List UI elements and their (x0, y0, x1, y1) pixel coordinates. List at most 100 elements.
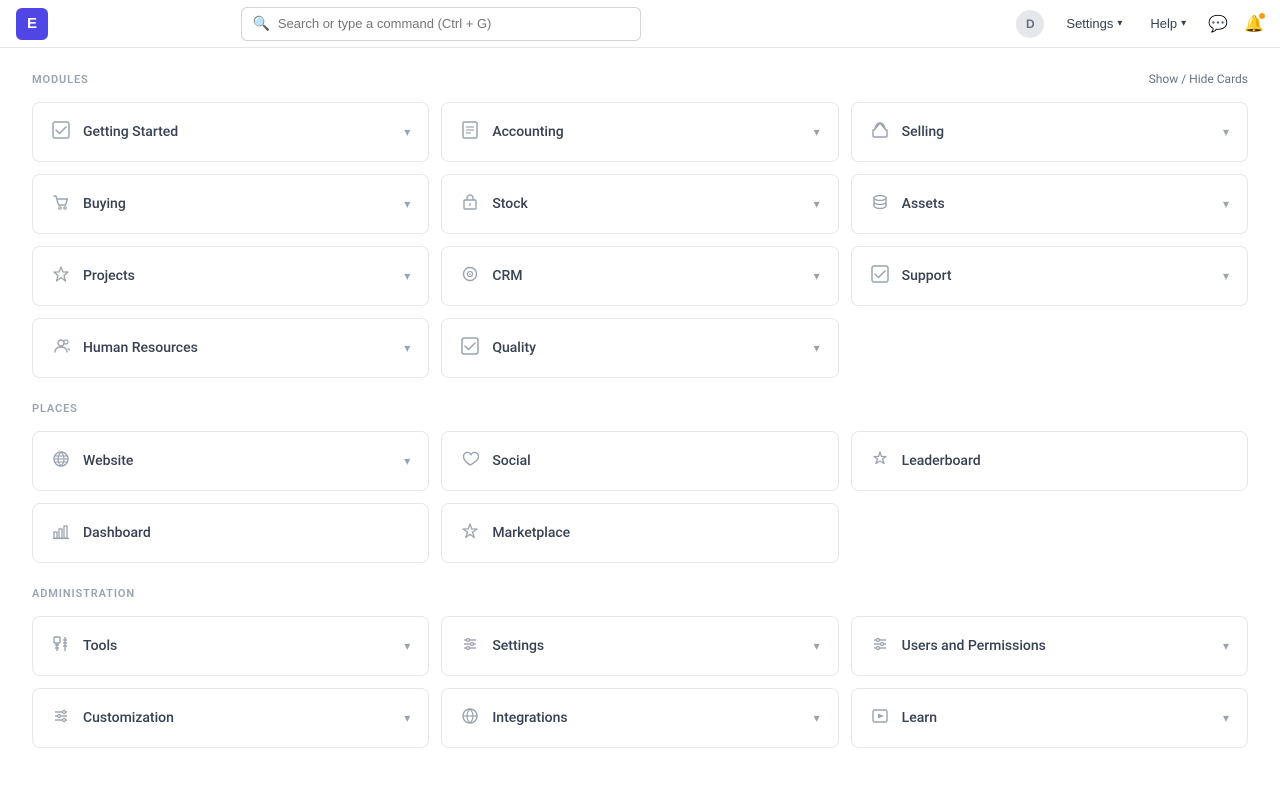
card-support[interactable]: Support ▾ (851, 246, 1248, 306)
card-customization[interactable]: Customization ▾ (32, 688, 429, 748)
human-resources-icon (51, 337, 71, 360)
customization-icon (51, 707, 71, 730)
card-leaderboard[interactable]: Leaderboard (851, 431, 1248, 491)
customization-label: Customization (83, 710, 174, 726)
settings-chevron: ▾ (814, 639, 820, 653)
leaderboard-icon (870, 450, 890, 473)
users-permissions-icon (870, 635, 890, 658)
settings-label: Settings (492, 638, 544, 654)
places-section: PLACES Website ▾ Social (32, 402, 1248, 563)
header-right: D Settings ▾ Help ▾ 💬 🔔 (1016, 10, 1264, 38)
card-stock[interactable]: Stock ▾ (441, 174, 838, 234)
leaderboard-label: Leaderboard (902, 453, 981, 469)
settings-icon (460, 635, 480, 658)
modules-row-1: Getting Started ▾ Accounting ▾ (32, 102, 1248, 162)
modules-row-4: Human Resources ▾ Quality ▾ (32, 318, 1248, 378)
logo-button[interactable]: E (16, 8, 48, 40)
crm-chevron: ▾ (814, 269, 820, 283)
social-icon (460, 450, 480, 473)
assets-label: Assets (902, 196, 945, 212)
card-human-resources[interactable]: Human Resources ▾ (32, 318, 429, 378)
card-crm[interactable]: CRM ▾ (441, 246, 838, 306)
help-button[interactable]: Help ▾ (1144, 12, 1192, 35)
selling-label: Selling (902, 124, 944, 140)
tools-label: Tools (83, 638, 117, 654)
website-chevron: ▾ (404, 454, 410, 468)
card-website[interactable]: Website ▾ (32, 431, 429, 491)
card-getting-started[interactable]: Getting Started ▾ (32, 102, 429, 162)
card-selling[interactable]: Selling ▾ (851, 102, 1248, 162)
chat-button[interactable]: 💬 (1208, 14, 1228, 34)
card-tools[interactable]: Tools ▾ (32, 616, 429, 676)
card-social[interactable]: Social (441, 431, 838, 491)
users-permissions-label: Users and Permissions (902, 638, 1046, 654)
card-integrations[interactable]: Integrations ▾ (441, 688, 838, 748)
show-hide-cards-link[interactable]: Show / Hide Cards (1149, 72, 1248, 86)
learn-label: Learn (902, 710, 937, 726)
projects-label: Projects (83, 268, 135, 284)
stock-chevron: ▾ (814, 197, 820, 211)
card-buying[interactable]: Buying ▾ (32, 174, 429, 234)
card-marketplace[interactable]: Marketplace (441, 503, 838, 563)
stock-label: Stock (492, 196, 528, 212)
modules-row-2: Buying ▾ Stock ▾ Assets (32, 174, 1248, 234)
card-settings[interactable]: Settings ▾ (441, 616, 838, 676)
settings-label: Settings (1066, 16, 1113, 31)
avatar-button[interactable]: D (1016, 10, 1044, 38)
marketplace-icon (460, 522, 480, 545)
getting-started-label: Getting Started (83, 124, 178, 140)
crm-label: CRM (492, 268, 522, 284)
selling-icon (870, 121, 890, 144)
administration-section-label: ADMINISTRATION (32, 587, 1248, 600)
card-quality[interactable]: Quality ▾ (441, 318, 838, 378)
help-chevron-icon: ▾ (1181, 18, 1186, 29)
administration-row-2: Customization ▾ Integrations ▾ (32, 688, 1248, 748)
card-projects[interactable]: Projects ▾ (32, 246, 429, 306)
social-label: Social (492, 453, 530, 469)
integrations-icon (460, 707, 480, 730)
learn-chevron: ▾ (1223, 711, 1229, 725)
buying-icon (51, 193, 71, 216)
accounting-chevron: ▾ (814, 125, 820, 139)
settings-button[interactable]: Settings ▾ (1060, 12, 1128, 35)
card-accounting[interactable]: Accounting ▾ (441, 102, 838, 162)
getting-started-icon (51, 121, 71, 144)
modules-section: MODULES Show / Hide Cards Getting Starte… (32, 72, 1248, 378)
card-dashboard[interactable]: Dashboard (32, 503, 429, 563)
header: E 🔍 D Settings ▾ Help ▾ 💬 🔔 (0, 0, 1280, 48)
tools-chevron: ▾ (404, 639, 410, 653)
human-resources-chevron: ▾ (404, 341, 410, 355)
search-input[interactable] (278, 16, 623, 31)
website-label: Website (83, 453, 133, 469)
assets-chevron: ▾ (1223, 197, 1229, 211)
users-permissions-chevron: ▾ (1223, 639, 1229, 653)
places-section-label: PLACES (32, 402, 1248, 415)
help-label: Help (1150, 16, 1177, 31)
main-content: MODULES Show / Hide Cards Getting Starte… (0, 48, 1280, 784)
buying-chevron: ▾ (404, 197, 410, 211)
card-users-permissions[interactable]: Users and Permissions ▾ (851, 616, 1248, 676)
human-resources-label: Human Resources (83, 340, 198, 356)
card-assets[interactable]: Assets ▾ (851, 174, 1248, 234)
modules-row-3: Projects ▾ CRM ▾ Support (32, 246, 1248, 306)
accounting-icon (460, 121, 480, 144)
dashboard-label: Dashboard (83, 525, 151, 541)
getting-started-chevron: ▾ (404, 125, 410, 139)
support-label: Support (902, 268, 952, 284)
support-icon (870, 265, 890, 288)
quality-icon (460, 337, 480, 360)
support-chevron: ▾ (1223, 269, 1229, 283)
customization-chevron: ▾ (404, 711, 410, 725)
dashboard-icon (51, 522, 71, 545)
selling-chevron: ▾ (1223, 125, 1229, 139)
projects-icon (51, 265, 71, 288)
notifications-button[interactable]: 🔔 (1244, 14, 1264, 34)
integrations-label: Integrations (492, 710, 567, 726)
marketplace-label: Marketplace (492, 525, 570, 541)
integrations-chevron: ▾ (814, 711, 820, 725)
tools-icon (51, 635, 71, 658)
card-learn[interactable]: Learn ▾ (851, 688, 1248, 748)
places-row-2: Dashboard Marketplace (32, 503, 1248, 563)
assets-icon (870, 193, 890, 216)
modules-section-label: MODULES Show / Hide Cards (32, 72, 1248, 86)
